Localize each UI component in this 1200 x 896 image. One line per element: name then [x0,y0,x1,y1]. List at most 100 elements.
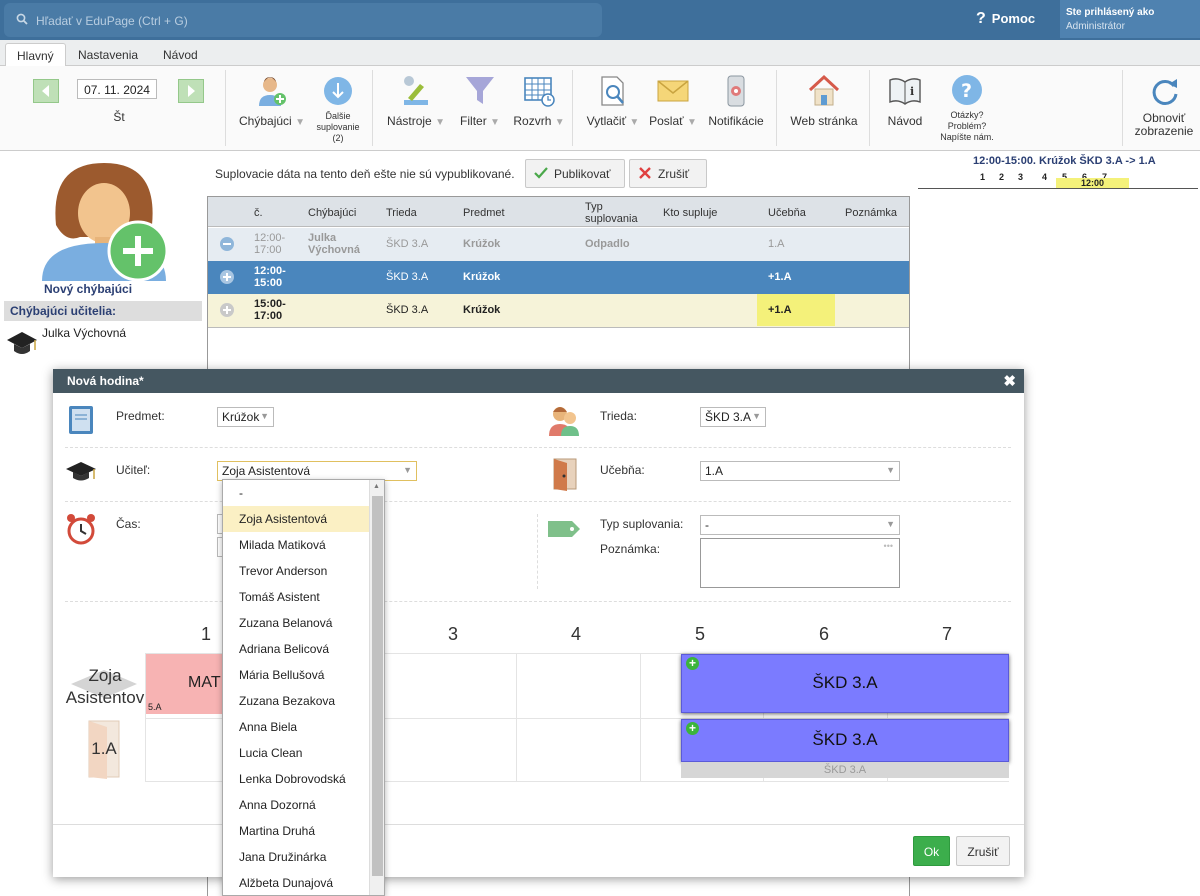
period-4: 4 [570,624,581,644]
teacher-row-label: Zoja Asistentov [65,666,145,707]
ok-button[interactable]: Ok [913,836,950,866]
notifications-button[interactable]: Notifikácie [704,74,768,128]
manual-button[interactable]: i Návod [882,74,928,128]
table-row[interactable]: 15:00- 17:00 ŠKD 3.A Krúžok +1.A [208,294,909,327]
arrow-right-icon [188,85,195,97]
dropdown-option[interactable]: Zuzana Bezakova [223,688,384,714]
preview-title: 12:00-15:00. Krúžok ŠKD 3.A -> 1.A [973,155,1156,167]
arrow-down-circle-icon [324,77,352,105]
add-lesson-icon[interactable]: + [686,657,699,670]
prev-day-button[interactable] [33,79,59,103]
dropdown-option[interactable]: Mária Bellušová [223,662,384,688]
scrollbar-thumb[interactable] [372,496,383,876]
tab-main[interactable]: Hlavný [5,43,66,66]
next-sub-line1: Ďalšie [325,111,351,121]
graduation-cap-icon [7,332,37,354]
questions-line2: Problém? [947,121,987,131]
dropdown-option[interactable]: Tomáš Asistent [223,584,384,610]
dropdown-option[interactable]: - [223,480,384,506]
dropdown-option[interactable]: Anna Biela [223,714,384,740]
next-day-button[interactable] [178,79,204,103]
subtype-select[interactable]: - ▼ [700,515,900,535]
dropdown-option[interactable]: Zuzana Belanová [223,610,384,636]
lesson-mat[interactable]: MAT 5.A [146,654,224,714]
questions-button[interactable]: ? Otázky? Problém? Napíšte nám. [936,74,998,143]
filter-button[interactable]: Filter ▼ [454,74,506,128]
table-row-selected[interactable]: 12:00- 15:00 ŠKD 3.A Krúžok +1.A [208,261,909,294]
col-who[interactable]: Kto supluje [663,207,717,219]
print-button[interactable]: Vytlačiť ▼ [584,74,642,128]
search-input[interactable]: Hľadať v EduPage (Ctrl + G) [4,3,602,37]
subject-select[interactable]: Krúžok ▼ [217,407,274,427]
col-subject[interactable]: Predmet [463,207,505,219]
dropdown-option[interactable]: Trevor Anderson [223,558,384,584]
col-note[interactable]: Poznámka [845,207,897,219]
dropdown-option[interactable]: Martina Druhá [223,818,384,844]
add-lesson-icon[interactable]: + [686,722,699,735]
period-5: 5 [694,624,705,644]
class-select[interactable]: ŠKD 3.A ▼ [700,407,766,427]
absent-teacher-item[interactable]: Julka Výchovná [42,326,126,340]
notifications-label: Notifikácie [708,114,764,128]
students-icon [549,407,579,436]
plus-icon[interactable] [220,303,234,317]
plus-icon[interactable] [220,270,234,284]
room-row-label: 1.A [91,739,117,758]
svg-text:?: ? [961,80,972,102]
refresh-icon [1152,79,1178,105]
print-label: Vytlačiť [586,114,627,128]
questions-line3: Napíšte nám. [940,132,994,142]
book-icon [69,406,93,434]
minus-icon[interactable] [220,237,234,251]
cancel-top-button[interactable]: Zrušiť [629,159,707,188]
absent-button[interactable]: Chýbajúci ▼ [236,74,308,128]
cancel-button[interactable]: Zrušiť [956,836,1010,866]
col-type[interactable]: Typ suplovania [585,201,638,225]
period-6: 6 [818,624,829,644]
absent-label: Chýbajúci [239,114,292,128]
col-no[interactable]: č. [254,207,263,219]
new-absent-label[interactable]: Nový chýbajúci [44,282,132,296]
dropdown-option-selected[interactable]: Zoja Asistentová [223,506,384,532]
website-button[interactable]: Web stránka [786,74,862,128]
subject-label: Predmet: [116,409,165,423]
scroll-up-icon[interactable]: ▲ [373,483,380,490]
phone-notification-icon [727,75,745,107]
dropdown-option[interactable]: Milada Matiková [223,532,384,558]
date-field[interactable]: 07. 11. 2024 [77,79,157,99]
publish-button[interactable]: Publikovať [525,159,625,188]
close-icon[interactable]: ✖ [1003,372,1016,390]
dropdown-option[interactable]: Lucia Clean [223,740,384,766]
teacher-dropdown-list[interactable]: - Zoja Asistentová Milada Matiková Trevo… [222,479,385,896]
room-select[interactable]: 1.A ▼ [700,461,900,481]
timetable-button[interactable]: Rozvrh ▼ [510,74,568,128]
refresh-button[interactable]: Obnoviť zobrazenie [1130,74,1198,138]
day-label: Št [113,110,125,124]
dropdown-option[interactable]: Adriana Belicová [223,636,384,662]
period-1: 1 [200,624,211,644]
room-highlight[interactable]: +1.A [757,294,835,326]
send-button[interactable]: Poslať ▼ [646,74,700,128]
next-substitution-button[interactable]: Ďalšie suplovanie (2) [313,76,363,144]
note-textarea[interactable]: ••• [700,538,900,588]
tab-manual[interactable]: Návod [152,43,209,66]
teacher-select[interactable]: Zoja Asistentová ▼ [217,461,417,481]
table-row[interactable]: 12:00- 17:00 Julka Výchovná ŠKD 3.A Krúžok… [208,228,909,261]
dropdown-option[interactable]: Alžbeta Dunajová [223,870,384,895]
new-absent-avatar-icon[interactable] [40,155,168,281]
dropdown-option[interactable]: Lenka Dobrovodská [223,766,384,792]
dropdown-option[interactable]: Jana Družinárka [223,844,384,870]
dropdown-option[interactable]: Anna Dozorná [223,792,384,818]
tab-settings[interactable]: Nastavenia [67,43,149,66]
lesson-card[interactable]: + ŠKD 3.A [681,654,1009,713]
help-button[interactable]: ? Pomoc [976,10,1035,28]
login-box[interactable]: Ste prihlásený ako Administrátor [1060,0,1200,38]
lesson-card[interactable]: + ŠKD 3.A [681,719,1009,762]
lesson-label: ŠKD 3.A [812,673,878,692]
cancel-top-label: Zrušiť [658,167,690,181]
dropdown-scrollbar[interactable]: ▲ [369,480,384,895]
tools-button[interactable]: Nástroje ▼ [384,74,448,128]
col-absent[interactable]: Chýbajúci [308,207,356,219]
col-class[interactable]: Trieda [386,207,417,219]
col-room[interactable]: Učebňa [768,207,806,219]
